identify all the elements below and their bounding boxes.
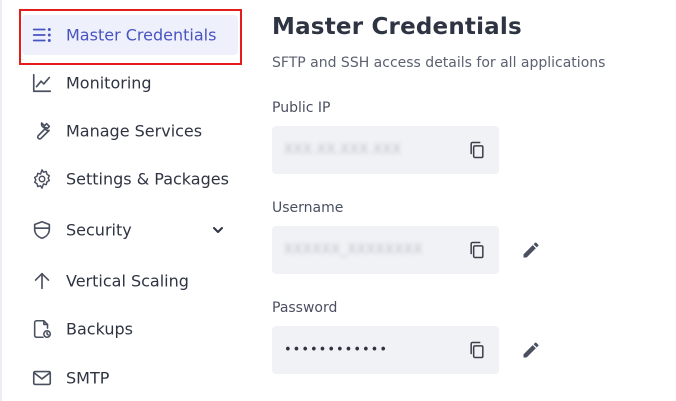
shield-icon xyxy=(31,219,53,241)
public-ip-field: XXX.XX.XXX.XXX xyxy=(272,126,499,174)
pencil-icon[interactable] xyxy=(519,238,543,262)
password-field: •••••••••••• xyxy=(272,326,499,374)
sidebar-item-label: Settings & Packages xyxy=(66,169,229,189)
page-title: Master Credentials xyxy=(272,14,522,40)
chart-line-icon xyxy=(31,72,53,94)
sidebar-item-settings-packages[interactable]: Settings & Packages xyxy=(22,159,238,199)
wrench-icon xyxy=(31,120,53,142)
sidebar-item-smtp[interactable]: SMTP xyxy=(22,358,238,398)
username-value: XXXXXX_XXXXXXXX xyxy=(284,242,423,258)
chevron-down-icon[interactable] xyxy=(210,222,226,238)
password-label: Password xyxy=(272,300,338,316)
public-ip-label: Public IP xyxy=(272,100,331,116)
sidebar-item-label: Manage Services xyxy=(66,121,203,141)
main-content: Master Credentials SFTP and SSH access d… xyxy=(272,0,676,401)
public-ip-value: XXX.XX.XXX.XXX xyxy=(284,142,402,158)
sidebar-item-label: Vertical Scaling xyxy=(66,271,189,291)
username-field: XXXXXX_XXXXXXXX xyxy=(272,226,499,274)
sidebar-item-label: Backups xyxy=(66,319,133,339)
copy-icon[interactable] xyxy=(466,339,488,361)
sidebar-item-security[interactable]: Security xyxy=(22,210,238,250)
username-label: Username xyxy=(272,200,344,216)
copy-icon[interactable] xyxy=(466,139,488,161)
menu-lines-icon xyxy=(31,24,53,46)
page-subtitle: SFTP and SSH access details for all appl… xyxy=(272,55,606,71)
sidebar-item-label: Monitoring xyxy=(66,73,152,93)
sidebar-item-manage-services[interactable]: Manage Services xyxy=(22,111,238,151)
copy-icon[interactable] xyxy=(466,239,488,261)
sidebar-item-backups[interactable]: Backups xyxy=(22,309,238,349)
app-frame: Master Credentials Monitoring Manage Ser… xyxy=(0,0,676,401)
sidebar: Master Credentials Monitoring Manage Ser… xyxy=(0,0,245,401)
backup-icon xyxy=(31,318,53,340)
sidebar-item-label: Master Credentials xyxy=(66,25,217,45)
pencil-icon[interactable] xyxy=(519,338,543,362)
sidebar-item-master-credentials[interactable]: Master Credentials xyxy=(22,15,238,55)
sidebar-item-label: SMTP xyxy=(66,368,110,388)
sidebar-item-monitoring[interactable]: Monitoring xyxy=(22,63,238,103)
mail-icon xyxy=(31,367,53,389)
sidebar-item-label: Security xyxy=(66,220,132,240)
password-value: •••••••••••• xyxy=(284,342,389,358)
sidebar-item-vertical-scaling[interactable]: Vertical Scaling xyxy=(22,261,238,301)
gear-icon xyxy=(31,168,53,190)
arrow-up-icon xyxy=(31,270,53,292)
